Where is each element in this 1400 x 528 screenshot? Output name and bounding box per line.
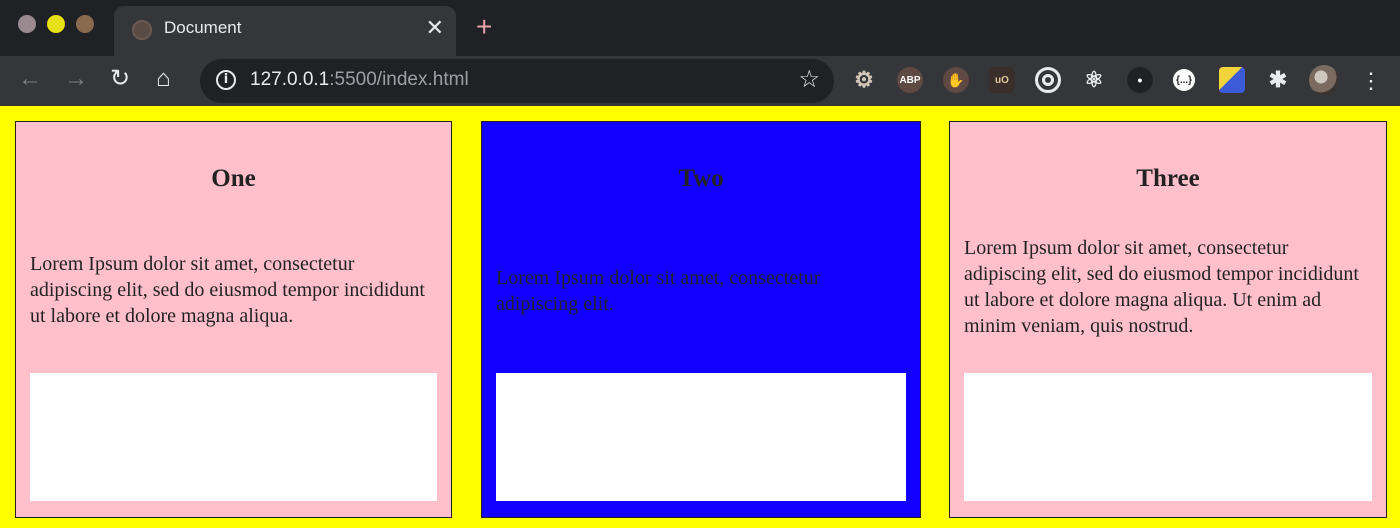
back-arrow-icon[interactable]: ← — [18, 64, 42, 94]
close-icon[interactable]: ✕ — [426, 14, 444, 42]
reload-icon[interactable]: ↻ — [110, 64, 130, 94]
info-icon[interactable]: i — [216, 70, 236, 90]
dot-extension-icon[interactable]: • — [1127, 67, 1153, 93]
more-menu-icon[interactable]: ⋮ — [1360, 66, 1382, 96]
globe-icon — [132, 20, 152, 40]
url-text[interactable]: 127.0.0.1:5500/index.html — [250, 69, 469, 91]
card-white-box — [30, 373, 437, 501]
new-tab-button[interactable]: + — [476, 12, 492, 42]
forward-arrow-icon[interactable]: → — [64, 64, 88, 94]
card-white-box — [964, 373, 1372, 501]
address-bar[interactable]: i 127.0.0.1:5500/index.html ☆ — [200, 59, 834, 103]
card-one: One Lorem Ipsum dolor sit amet, consecte… — [15, 121, 452, 518]
window-minimize-button[interactable] — [47, 15, 65, 33]
card-text: Lorem Ipsum dolor sit amet, consectetur … — [496, 267, 821, 315]
card-heading: Two — [678, 165, 724, 192]
react-devtools-icon[interactable]: ⚛ — [1081, 67, 1107, 93]
window-maximize-button[interactable] — [76, 15, 94, 33]
tab-title: Document — [164, 18, 242, 37]
card-three: Three Lorem Ipsum dolor sit amet, consec… — [949, 121, 1387, 518]
settings-gear-icon[interactable]: ⚙ — [851, 67, 877, 93]
cube-extension-icon[interactable] — [1219, 67, 1245, 93]
card-heading: One — [211, 165, 256, 192]
json-viewer-icon[interactable]: {...} — [1173, 69, 1195, 91]
tab-strip: Document ✕ + — [0, 0, 1400, 56]
card-text: Lorem Ipsum dolor sit amet, consectetur … — [964, 237, 1359, 337]
browser-toolbar: ← → ↻ ⌂ i 127.0.0.1:5500/index.html ☆ ⚙ … — [0, 56, 1400, 106]
page-viewport: One Lorem Ipsum dolor sit amet, consecte… — [0, 106, 1400, 528]
bookmark-star-icon[interactable]: ☆ — [798, 66, 820, 94]
ublock-origin-icon[interactable]: uO — [989, 67, 1015, 93]
card-white-box — [496, 373, 906, 501]
active-tab[interactable]: Document ✕ — [114, 6, 456, 56]
hand-stop-icon[interactable]: ✋ — [943, 67, 969, 93]
card-two: Two Lorem Ipsum dolor sit amet, consecte… — [481, 121, 921, 518]
card-text: Lorem Ipsum dolor sit amet, consectetur … — [30, 253, 425, 327]
adblock-plus-icon[interactable]: ABP — [897, 67, 923, 93]
home-icon[interactable]: ⌂ — [156, 64, 171, 94]
target-icon[interactable] — [1035, 67, 1061, 93]
profile-avatar[interactable] — [1309, 65, 1339, 95]
card-heading: Three — [1136, 165, 1200, 192]
window-close-button[interactable] — [18, 15, 36, 33]
url-path: :5500/index.html — [329, 69, 469, 90]
puzzle-extensions-icon[interactable]: ✱ — [1265, 67, 1291, 93]
url-host: 127.0.0.1 — [250, 69, 330, 90]
